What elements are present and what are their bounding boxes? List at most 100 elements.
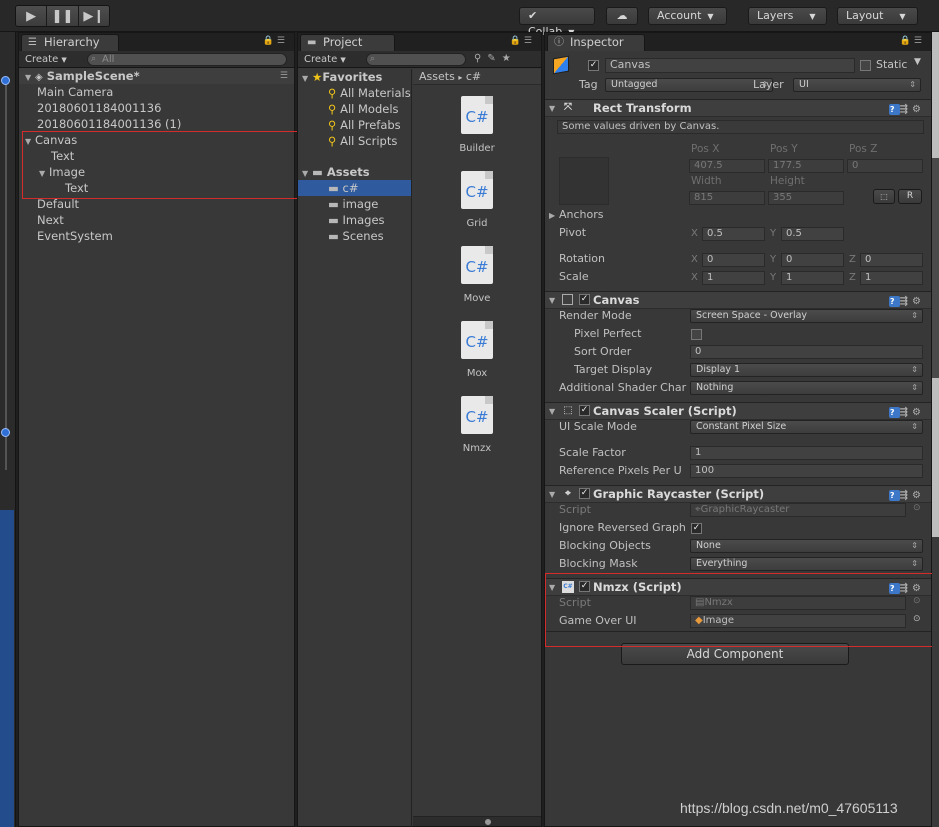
search-input[interactable]: ⌕ [366,53,466,66]
help-icon[interactable]: ? [888,490,900,501]
scale-y-field[interactable]: 1 [781,271,844,285]
help-icon[interactable]: ? [888,296,900,307]
tab-menu-icons[interactable]: 🔒☰ [510,36,535,46]
hierarchy-item[interactable]: 20180601184001136 [19,100,294,116]
canvas-enabled-checkbox[interactable]: ✓ [579,294,590,305]
tag-dropdown[interactable]: Untagged [605,78,773,92]
raycaster-enabled-checkbox[interactable]: ✓ [579,488,590,499]
search-input[interactable]: ⌕ All [87,53,287,66]
tab-menu-icons[interactable]: 🔒☰ [263,36,288,46]
file-item[interactable]: C# Mox [413,321,541,391]
sort-order-field[interactable]: 0 [690,345,923,359]
posx-field[interactable]: 407.5 [689,159,765,173]
posz-field[interactable]: 0 [847,159,923,173]
tab-hierarchy[interactable]: ☰ Hierarchy [21,34,119,51]
folder-item[interactable]: ▬ image [298,196,411,212]
help-icon[interactable]: ? [888,104,900,115]
width-field[interactable]: 815 [689,191,765,205]
hierarchy-item[interactable]: Next [19,212,294,228]
component-menu-icons[interactable]: ?⇶⚙ [888,101,925,118]
anchors-row[interactable]: ▶ Anchors [549,206,925,224]
posy-field[interactable]: 177.5 [768,159,844,173]
active-checkbox[interactable]: ✓ [588,60,599,71]
additional-shader-dropdown[interactable]: Nothing [690,381,923,395]
chevron-right-icon: ▸ [458,73,463,82]
create-button[interactable]: Create ▼ [304,53,346,66]
collapse-arrow-icon[interactable]: ▼ [549,100,555,117]
static-checkbox[interactable] [860,60,871,71]
folder-item[interactable]: ▬ c# [298,180,411,196]
file-item[interactable]: C# Nmzx [413,396,541,466]
canvas-scaler-enabled-checkbox[interactable]: ✓ [579,405,590,416]
breadcrumb-current[interactable]: c# [466,70,481,83]
filter-icons[interactable]: ⚲✎★ [474,53,517,64]
hierarchy-item[interactable]: Main Camera [19,84,294,100]
breadcrumb-root[interactable]: Assets [419,70,455,83]
scene-row[interactable]: ▼ ◈ SampleScene* ☰ [19,68,294,84]
target-display-dropdown[interactable]: Display 1 [690,363,923,377]
anchor-preset-icon[interactable] [559,157,609,205]
file-item[interactable]: C# Builder [413,96,541,166]
favorite-item[interactable]: ⚲ All Models [298,101,411,117]
hierarchy-item[interactable]: EventSystem [19,228,294,244]
collapse-arrow-icon[interactable]: ▼ [549,403,555,420]
hierarchy-toolbar: Create ▼ ⌕ All [19,51,294,68]
layout-button[interactable]: Layout ▼ [837,7,918,25]
create-button[interactable]: Create ▼ [25,53,67,66]
zoom-slider-knob[interactable] [485,819,491,825]
blueprint-mode-button[interactable]: ⬚ [873,189,895,204]
folder-label: c# [342,181,359,195]
slider-knob[interactable] [1,76,10,85]
folder-item[interactable]: ▬ Images [298,212,411,228]
favorite-item[interactable]: ⚲ All Scripts [298,133,411,149]
reference-ppu-field[interactable]: 100 [690,464,923,478]
rotation-y-field[interactable]: 0 [781,253,844,267]
file-item[interactable]: C# Move [413,246,541,316]
tab-menu-icons[interactable]: 🔒☰ [900,36,925,46]
ignore-reversed-checkbox[interactable]: ✓ [691,523,702,534]
blocking-mask-dropdown[interactable]: Everything [690,557,923,571]
object-picker-icon[interactable]: ⊙ [913,503,921,513]
scale-factor-field[interactable]: 1 [690,446,923,460]
collapse-arrow-icon[interactable]: ▼ [549,292,555,309]
chevron-down-icon[interactable]: ▼ [914,57,921,67]
help-icon[interactable]: ? [888,407,900,418]
layer-dropdown[interactable]: UI [793,78,921,92]
render-mode-dropdown[interactable]: Screen Space - Overlay [690,309,923,323]
pivot-y-field[interactable]: 0.5 [781,227,844,241]
file-item[interactable]: C# Grid [413,171,541,241]
account-button[interactable]: Account ▼ [648,7,727,25]
blocking-objects-dropdown[interactable]: None [690,539,923,553]
expand-arrow-icon[interactable]: ▶ [549,207,559,225]
slider-knob[interactable] [1,428,10,437]
height-field[interactable]: 355 [768,191,844,205]
layers-button[interactable]: Layers ▼ [748,7,827,25]
tab-inspector[interactable]: ⓘ Inspector [547,34,645,51]
pause-icon[interactable]: ❚❚ [47,6,79,26]
collapse-arrow-icon[interactable]: ▼ [549,486,555,503]
favorite-item[interactable]: ⚲ All Materials [298,85,411,101]
zoom-slider[interactable] [413,816,541,826]
rotation-z-field[interactable]: 0 [860,253,923,267]
object-name-field[interactable]: Canvas [605,58,855,73]
play-icon[interactable]: ▶ [16,6,48,26]
ui-scale-mode-dropdown[interactable]: Constant Pixel Size [690,420,923,434]
scene-menu-icon[interactable]: ☰ [280,68,288,84]
hierarchy-item[interactable]: 20180601184001136 (1) [19,116,294,132]
pixel-perfect-checkbox[interactable] [691,329,702,340]
create-label: Create [304,54,338,65]
scale-x-field[interactable]: 1 [702,271,765,285]
favorite-item[interactable]: ⚲ All Prefabs [298,117,411,133]
raw-edit-button[interactable]: R [898,189,922,204]
tab-project[interactable]: ▬ Project [300,34,395,51]
step-icon[interactable]: ▶❙ [78,6,109,26]
rotation-x-field[interactable]: 0 [702,253,765,267]
favorites-row[interactable]: ▼ ★Favorites [298,69,411,85]
assets-row[interactable]: ▼ ▬ Assets [298,164,411,180]
collab-button[interactable]: ✔ Collab▼ [519,7,595,38]
folder-item[interactable]: ▬ Scenes [298,228,411,244]
cloud-button[interactable]: ☁ [606,7,638,25]
scale-z-field[interactable]: 1 [860,271,923,285]
pivot-x-field[interactable]: 0.5 [702,227,765,241]
rect-transform-header[interactable]: ▼ ⤧ Rect Transform ?⇶⚙ [545,99,931,117]
